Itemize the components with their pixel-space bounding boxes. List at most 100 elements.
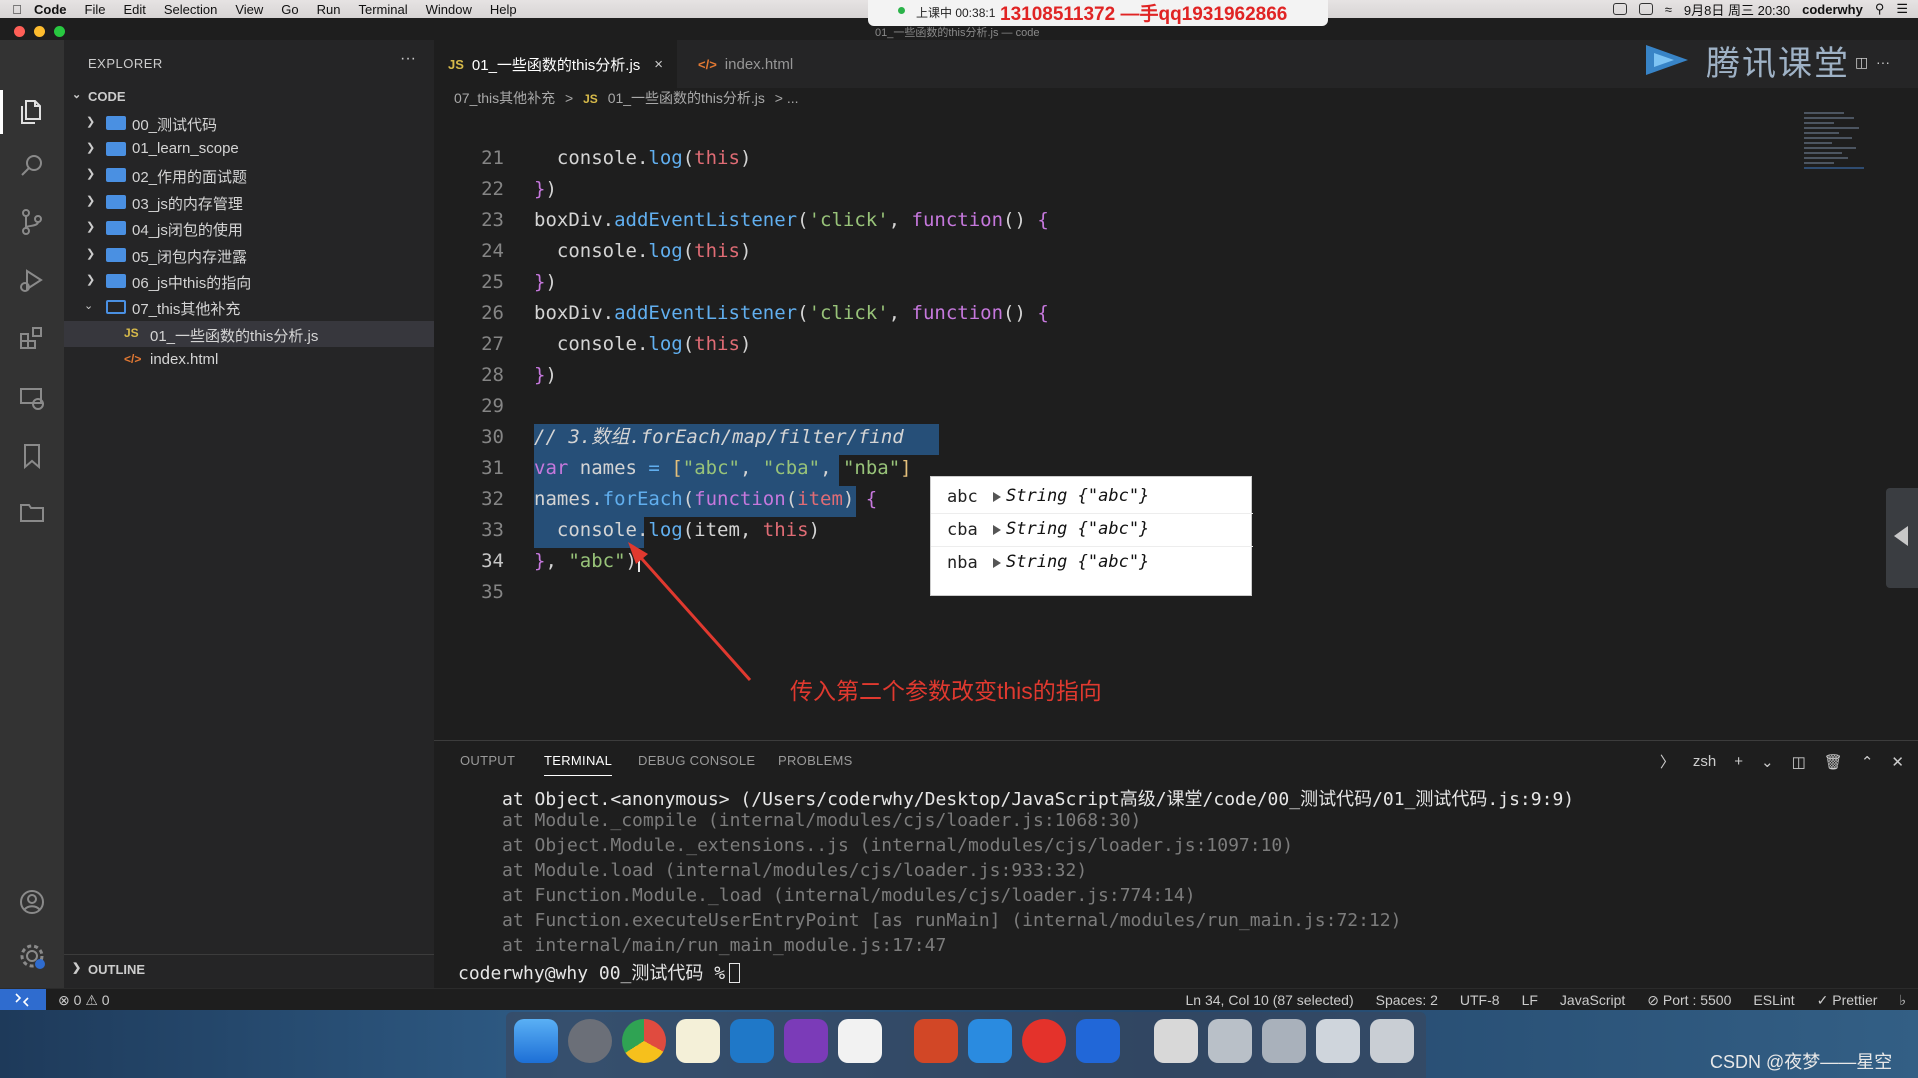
explorer-more-button[interactable]: ··· [400,50,416,68]
typora-icon[interactable] [838,1019,882,1063]
folder-item[interactable]: ❯ 03_js的内存管理 [64,189,434,215]
terminal-shell-label[interactable]: zsh [1693,753,1716,770]
menu-code[interactable]: Code [34,2,67,17]
tab-debug-console[interactable]: DEBUG CONSOLE [638,753,755,768]
cursor-position[interactable]: Ln 34, Col 10 (87 selected) [1186,992,1354,1009]
side-panel-toggle[interactable] [1886,488,1918,588]
folder-item[interactable]: ❯ 00_测试代码 [64,110,434,136]
menu-edit[interactable]: Edit [123,2,145,17]
menu-file[interactable]: File [85,2,106,17]
notifications-bell-icon[interactable]: ♭ [1899,992,1906,1009]
minimap[interactable] [1800,112,1880,182]
tab-index-html[interactable]: </> index.html [684,40,807,88]
tab-terminal[interactable]: TERMINAL [544,753,613,776]
breadcrumb-file[interactable]: 01_一些函数的this分析.js [608,90,765,106]
bookmark-icon[interactable] [18,442,46,470]
battery-icon[interactable] [1638,3,1653,15]
explorer-files-icon[interactable] [18,98,46,126]
encoding[interactable]: UTF-8 [1460,992,1500,1009]
search-icon[interactable] [18,152,46,180]
outline-section-header[interactable]: ❯ OUTLINE [64,954,434,980]
source-control-icon[interactable] [18,208,46,236]
menu-selection[interactable]: Selection [164,2,217,17]
screen-tool-icon[interactable] [1076,1019,1120,1063]
folder-item[interactable]: ❯ 04_js闭包的使用 [64,215,434,241]
extensions-icon[interactable] [18,324,46,352]
menu-help[interactable]: Help [490,2,517,17]
tencent-classroom-icon[interactable] [968,1019,1012,1063]
folder-icon [106,248,126,262]
netease-music-icon[interactable] [1022,1019,1066,1063]
menu-terminal[interactable]: Terminal [359,2,408,17]
indentation[interactable]: Spaces: 2 [1376,992,1438,1009]
launchpad-icon[interactable] [568,1019,612,1063]
folder-label: 07_this其他补充 [132,301,241,318]
menu-user[interactable]: coderwhy [1802,2,1863,17]
display-icon[interactable] [1262,1019,1306,1063]
finder-icon[interactable] [514,1019,558,1063]
menu-window[interactable]: Window [426,2,472,17]
notes-icon[interactable] [676,1019,720,1063]
maximize-panel-icon[interactable]: ⌃ [1861,753,1874,771]
close-panel-icon[interactable]: ✕ [1891,753,1904,771]
prettier-status[interactable]: ✓ Prettier [1817,992,1878,1009]
keyboard-icon[interactable] [1208,1019,1252,1063]
console-output-popup: abc String {"abc"} cba String {"abc"} nb… [930,476,1253,596]
zoom-window-button[interactable] [54,26,65,37]
end-of-line[interactable]: LF [1522,992,1538,1009]
menu-view[interactable]: View [235,2,263,17]
problems-indicator[interactable]: ⊗ 0 ⚠ 0 [58,992,110,1009]
chevron-right-icon: ❯ [86,142,96,154]
file-item[interactable]: </> index.html [64,347,434,373]
terminal-shell-icon[interactable]: 〉 [1660,751,1675,772]
live-server-port[interactable]: ⊘ Port : 5500 [1647,992,1731,1009]
split-terminal-icon[interactable]: ◫ [1792,753,1806,771]
workspace-section-header[interactable]: ⌄ CODE [64,86,434,108]
remote-indicator[interactable] [0,989,46,1011]
chevron-down-icon[interactable]: ⌄ [1761,753,1774,771]
account-icon[interactable] [18,888,46,916]
split-editor-icons[interactable]: ◫ ··· [1855,54,1890,71]
file-stack-icon[interactable] [1316,1019,1360,1063]
run-debug-icon[interactable] [18,266,46,294]
settings-gear-icon[interactable] [18,942,46,970]
folder-item[interactable]: ❯ 02_作用的面试题 [64,162,434,188]
folder-item-open[interactable]: ⌄ 07_this其他补充 [64,294,434,320]
folder-item[interactable]: ❯ 06_js中this的指向 [64,268,434,294]
menu-datetime[interactable]: 9月8日 周三 20:30 [1684,0,1790,19]
bottom-panel: OUTPUT TERMINAL DEBUG CONSOLE PROBLEMS 〉… [434,740,1918,988]
chrome-icon[interactable] [622,1019,666,1063]
language-mode[interactable]: JavaScript [1560,992,1625,1009]
apple-icon[interactable]:  [0,2,34,17]
wifi-icon[interactable]: ≈ [1665,2,1672,17]
vscode-icon[interactable] [730,1019,774,1063]
new-terminal-icon[interactable]: + [1734,753,1743,770]
folder-item[interactable]: ❯ 05_闭包内存泄露 [64,242,434,268]
terminal-prompt[interactable]: coderwhy@why 00_测试代码 % [458,959,741,985]
powerpoint-icon[interactable] [914,1019,958,1063]
document-icon[interactable] [1154,1019,1198,1063]
breadcrumb-folder[interactable]: 07_this其他补充 [454,90,555,106]
javascript-file-icon: JS [448,56,464,72]
trash-bin-icon[interactable] [1370,1019,1414,1063]
control-center-icon[interactable]: ☰ [1896,1,1908,17]
close-tab-icon[interactable]: × [654,56,663,73]
breadcrumb-tail[interactable]: > ... [775,90,799,106]
onenote-icon[interactable] [784,1019,828,1063]
menu-run[interactable]: Run [317,2,341,17]
tab-this-analysis-js[interactable]: JS 01_一些函数的this分析.js × [434,40,678,88]
trash-icon[interactable]: 🗑 [1824,753,1843,771]
tab-problems[interactable]: PROBLEMS [778,753,853,768]
remote-explorer-icon[interactable] [18,384,46,412]
minimize-window-button[interactable] [34,26,45,37]
eslint-status[interactable]: ESLint [1753,992,1794,1009]
close-window-button[interactable] [14,26,25,37]
menu-go[interactable]: Go [281,2,298,17]
screen-record-icon[interactable] [1612,3,1627,15]
tab-output[interactable]: OUTPUT [460,753,515,768]
project-manager-icon[interactable] [18,498,46,526]
popup-key: nba [947,553,978,573]
spotlight-search-icon[interactable]: ⚲ [1875,1,1885,17]
file-item-selected[interactable]: JS 01_一些函数的this分析.js [64,321,434,347]
folder-item[interactable]: ❯ 01_learn_scope [64,136,434,162]
